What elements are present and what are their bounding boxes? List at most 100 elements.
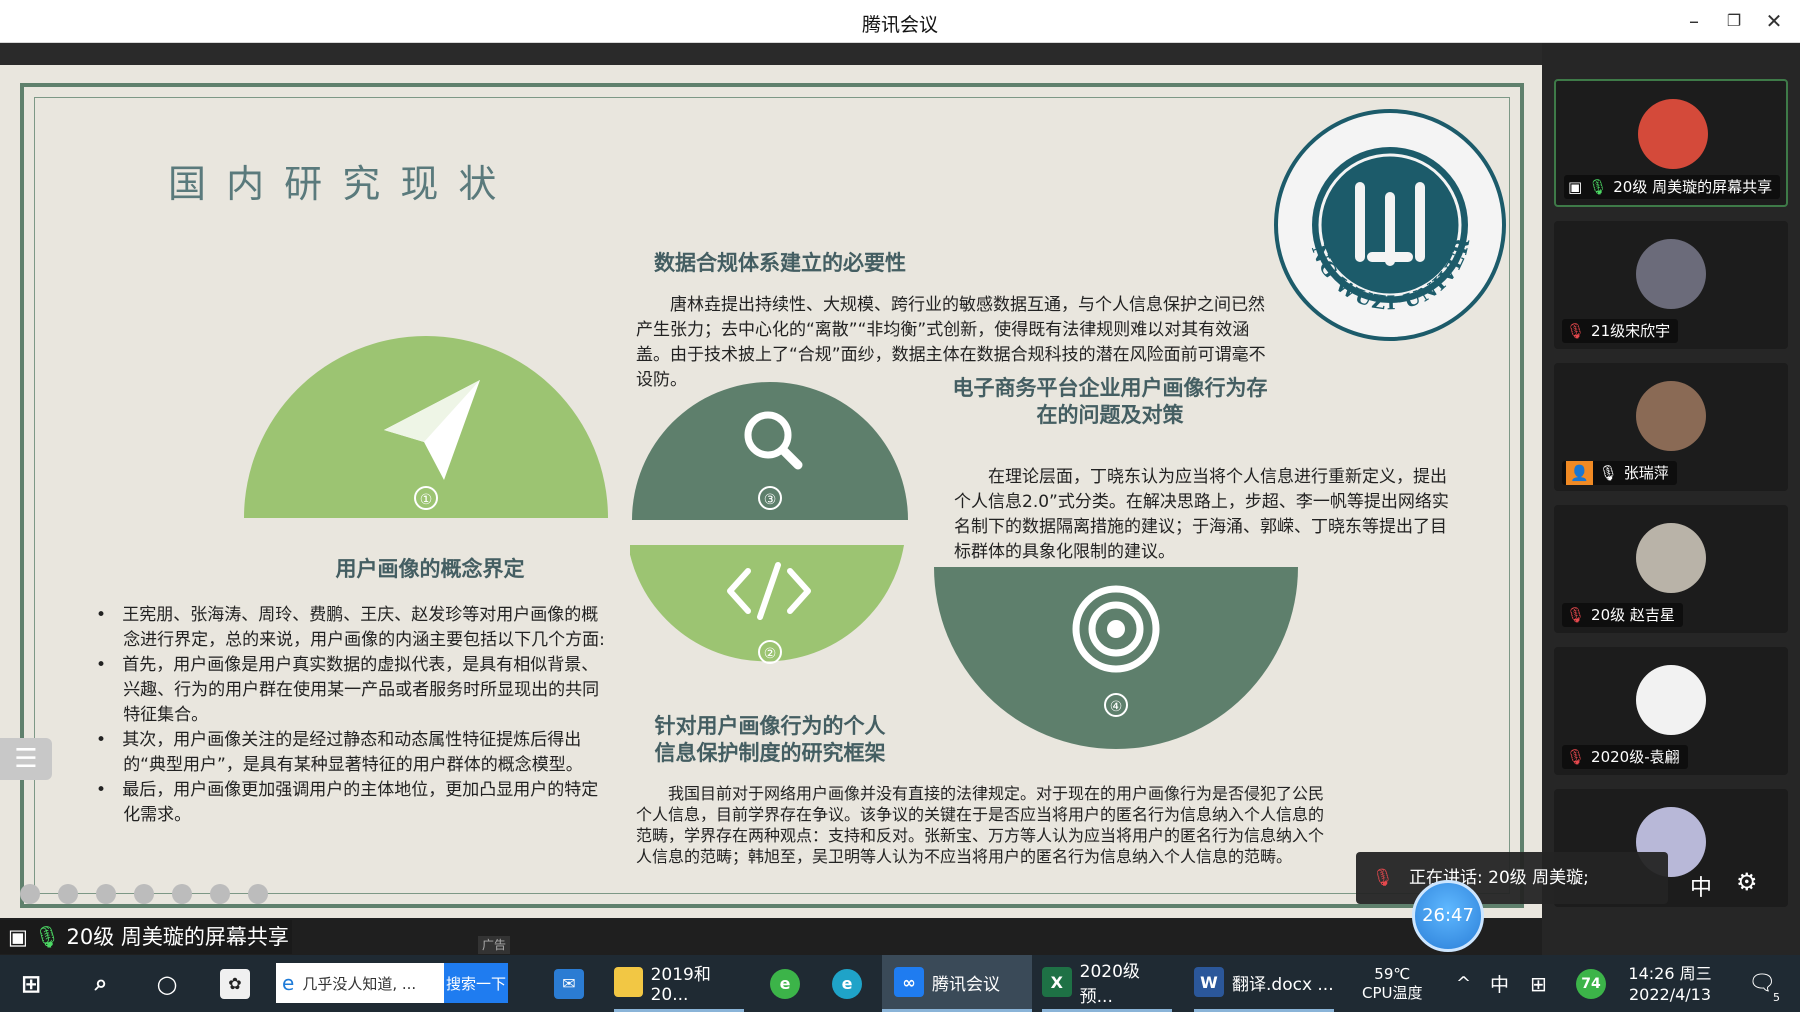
- section1-bullet: 首先，用户画像是用户真实数据的虚拟代表，是具有相似背景、兴趣、行为的用户群在使用…: [122, 655, 600, 725]
- keyboard-grid-icon[interactable]: ⊞: [1530, 955, 1547, 1012]
- close-icon[interactable]: ✕: [1756, 6, 1792, 36]
- taskbar-item-tencent-meeting[interactable]: ∞ 腾讯会议: [882, 955, 1032, 1012]
- search-button[interactable]: ⌕: [86, 955, 116, 1012]
- clock-date: 2022/4/13: [1628, 984, 1712, 1004]
- participant-tile[interactable]: 👤 🎙 张瑞萍: [1554, 363, 1788, 491]
- zoom-icon[interactable]: [134, 884, 154, 904]
- taskbar-item-explorer[interactable]: 2019和20...: [614, 955, 744, 1012]
- ime-indicator[interactable]: 中: [1690, 870, 1712, 902]
- mic-icon: 🎙: [1588, 178, 1608, 196]
- tray-ime[interactable]: 中: [1490, 955, 1509, 1012]
- participant-name: 张瑞萍: [1623, 464, 1669, 482]
- participant-name-bar: 🎙 2020级-袁翩: [1562, 745, 1688, 769]
- mic-icon: 🎙: [1598, 464, 1618, 482]
- mail-icon: ✉: [554, 968, 584, 999]
- prev-slide-icon[interactable]: [20, 884, 40, 904]
- section1-bullet: 王宪朋、张海涛、周玲、费鹏、王庆、赵发珍等对用户画像的概念进行界定，总的来说，用…: [122, 605, 605, 650]
- meeting-timer: 26:47: [1412, 880, 1484, 952]
- settings-gear-icon[interactable]: ⚙: [1736, 868, 1758, 896]
- badge-1: ①: [420, 492, 433, 508]
- battery-indicator[interactable]: 74: [1576, 955, 1606, 1012]
- mic-muted-icon: 🎙: [1372, 868, 1394, 888]
- mail-button[interactable]: ✉: [554, 955, 584, 1012]
- screen-share-label-text: 20级 周美璇的屏幕共享: [66, 925, 289, 949]
- camera-icon[interactable]: [172, 884, 192, 904]
- section4-heading: 针对用户画像行为的个人 信息保护制度的研究框架: [620, 713, 920, 767]
- word-icon: W: [1194, 967, 1224, 997]
- cortana-button[interactable]: ○: [152, 955, 182, 1012]
- next-slide-icon[interactable]: [58, 884, 78, 904]
- windows-taskbar: ⊞ ⌕ ○ ✿ e 几乎没人知道, ... 搜索一下 ✉ 2019和20... …: [0, 955, 1800, 1012]
- slide-toolbar: [20, 884, 268, 904]
- ie-browser-icon: e: [282, 971, 295, 995]
- shape-section4: ④: [934, 567, 1298, 749]
- speaking-indicator: 🎙 正在讲话: 20级 周美璇;: [1356, 852, 1668, 904]
- screen-share-label: ▣ 🎙 20级 周美璇的屏幕共享: [0, 920, 292, 954]
- app-browser-360-button[interactable]: e: [770, 955, 800, 1012]
- badge-3: ③: [764, 492, 777, 508]
- section4-text: 我国目前对于网络用户画像并没有直接的法律规定。对于现在的用户画像行为是否侵犯了公…: [636, 784, 1325, 866]
- avatar: [1636, 665, 1706, 735]
- section3-heading-line: 在的问题及对策: [1036, 403, 1184, 427]
- share-top-strip: [0, 43, 1542, 65]
- start-button[interactable]: ⊞: [16, 955, 46, 1012]
- subtitle-icon[interactable]: [210, 884, 230, 904]
- avatar: [1636, 381, 1706, 451]
- taskbar-clock[interactable]: 14:26 周三 2022/4/13: [1628, 955, 1712, 1012]
- cpu-temperature[interactable]: 59℃ CPU温度: [1362, 955, 1423, 1012]
- taskbar-item-label: 2020级预...: [1079, 962, 1140, 1007]
- minimize-icon[interactable]: –: [1676, 6, 1712, 36]
- mic-muted-icon: 🎙: [1566, 322, 1586, 340]
- section1-heading: 用户画像的概念界定: [335, 557, 525, 581]
- user-icon: 👤: [1566, 461, 1593, 485]
- taskbar-item-label: 腾讯会议: [932, 974, 1000, 995]
- edge-icon: e: [832, 968, 862, 999]
- section4-heading-line: 信息保护制度的研究框架: [654, 741, 886, 765]
- cpu-temp-label: CPU温度: [1362, 983, 1423, 1002]
- participant-tile[interactable]: 🎙 20级 赵吉星: [1554, 505, 1788, 633]
- participant-name-bar: 👤 🎙 张瑞萍: [1562, 461, 1677, 485]
- screen-share-icon: ▣: [1568, 178, 1583, 196]
- mic-icon: 🎙: [33, 925, 61, 949]
- section1-bullets: • 王宪朋、张海涛、周玲、费鹏、王庆、赵发珍等对用户画像的概念进行界定，总的来说…: [96, 605, 605, 825]
- badge-4: ④: [1110, 699, 1123, 715]
- shared-slide: 国 内 研 究 现 状 BEIJING WUZI UNIVERSITY 数据合规…: [0, 65, 1542, 918]
- windows-logo-icon: ⊞: [20, 969, 42, 998]
- battery-value: 74: [1576, 968, 1606, 999]
- section1-bullet: 其次，用户画像关注的是经过静态和动态属性特征提炼后得出的“典型用户”，是具有某种…: [122, 730, 583, 775]
- taskbar-item-word[interactable]: W 翻译.docx ...: [1194, 955, 1334, 1012]
- shape-section2-3: ③ ②: [630, 382, 908, 664]
- mic-muted-icon: 🎙: [1566, 748, 1586, 766]
- slide-title: 国 内 研 究 现 状: [168, 162, 501, 206]
- app-360-button[interactable]: ✿: [220, 955, 250, 1012]
- pen-icon[interactable]: [96, 884, 116, 904]
- screen-share-icon: ▣: [8, 925, 28, 949]
- cortana-circle-icon: ○: [156, 969, 178, 998]
- section4-heading-line: 针对用户画像行为的个人: [654, 714, 886, 738]
- participant-name: 20级 周美璇的屏幕共享: [1613, 178, 1773, 196]
- participant-name-bar: 🎙 20级 赵吉星: [1562, 603, 1683, 627]
- section1-bullet: 最后，用户画像更加强调用户的主体地位，更加凸显用户的特定化需求。: [122, 780, 599, 825]
- side-menu-button[interactable]: ☰: [0, 738, 52, 780]
- notification-count: 5: [1773, 991, 1780, 1004]
- participant-name: 2020级-袁翩: [1591, 748, 1680, 766]
- participant-sidebar: ▣ 🎙 20级 周美璇的屏幕共享 🎙 21级宋欣宇 👤 🎙 张瑞萍 🎙 20级 …: [1542, 43, 1800, 955]
- cpu-temp-value: 59℃: [1374, 964, 1411, 983]
- more-icon[interactable]: [248, 884, 268, 904]
- restore-icon[interactable]: ❐: [1716, 6, 1752, 36]
- participant-name: 21级宋欣宇: [1591, 322, 1671, 340]
- participant-tile[interactable]: 🎙 2020级-袁翩: [1554, 647, 1788, 775]
- tray-expand-icon[interactable]: ^: [1456, 955, 1471, 1012]
- browser-search-bar[interactable]: e 几乎没人知道, ...: [276, 963, 444, 1003]
- taskbar-item-excel[interactable]: X 2020级预...: [1042, 955, 1172, 1012]
- ad-tag: 广告: [478, 936, 510, 954]
- participant-tile[interactable]: ▣ 🎙 20级 周美璇的屏幕共享: [1554, 79, 1788, 207]
- participant-tile[interactable]: 🎙 21级宋欣宇: [1554, 221, 1788, 349]
- participant-name-bar: 🎙 21级宋欣宇: [1562, 319, 1679, 343]
- notification-icon[interactable]: 🗨 5: [1738, 955, 1786, 1012]
- browser-search-button[interactable]: 搜索一下: [444, 963, 508, 1003]
- taskbar-item-label: 2019和20...: [650, 964, 711, 1005]
- browser-search-text: 几乎没人知道, ...: [302, 974, 417, 993]
- window-title: 腾讯会议: [861, 14, 938, 36]
- edge-button[interactable]: e: [832, 955, 862, 1012]
